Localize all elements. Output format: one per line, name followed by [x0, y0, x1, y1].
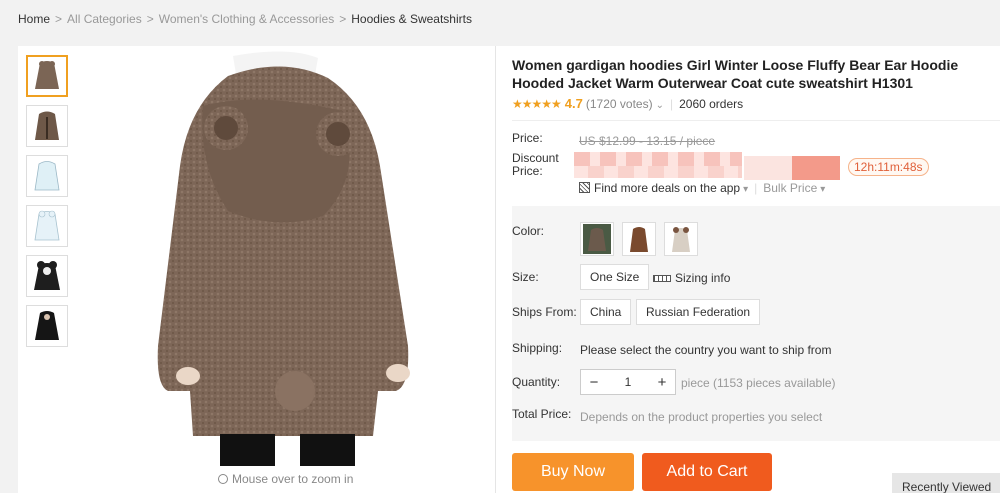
thumbnail-list: [26, 55, 68, 355]
magnifier-icon: [218, 474, 228, 484]
chevron-down-icon[interactable]: ⌄: [656, 100, 664, 111]
add-to-cart-button[interactable]: Add to Cart: [642, 453, 772, 491]
buy-now-button[interactable]: Buy Now: [512, 453, 634, 491]
shipping-text: Please select the country you want to sh…: [580, 343, 832, 357]
thumbnail-4[interactable]: [26, 205, 68, 247]
quantity-minus-button[interactable]: −: [581, 374, 607, 391]
total-price-text: Depends on the product properties you se…: [580, 410, 823, 424]
breadcrumb-hoodies[interactable]: Hoodies & Sweatshirts: [351, 12, 472, 26]
breadcrumb-all-categories[interactable]: All Categories: [67, 12, 142, 26]
app-deals-link[interactable]: Find more deals on the app: [594, 181, 740, 195]
separator: |: [669, 97, 674, 111]
breadcrumb: Home > All Categories > Women's Clothing & A…: [0, 0, 1000, 38]
color-swatch-image: [625, 224, 653, 254]
shipping-label: Shipping:: [512, 341, 563, 355]
thumbnail-5[interactable]: [26, 255, 68, 297]
breadcrumb-separator: >: [146, 12, 154, 26]
color-swatch-1[interactable]: [580, 222, 614, 256]
discount-price-label: Discount Price:: [512, 151, 559, 178]
product-title: Women gardigan hoodies Girl Winter Loose…: [512, 57, 959, 91]
rating-row: ★★★★★ 4.7 (1720 votes) ⌄ | 2060 orders: [512, 96, 743, 111]
rating-score: 4.7: [564, 96, 583, 111]
zoom-hint-text: Mouse over to zoom in: [232, 472, 354, 486]
size-label: Size:: [512, 270, 539, 284]
total-price-label: Total Price:: [512, 407, 572, 421]
bulk-price-link[interactable]: Bulk Price: [763, 181, 817, 195]
ruler-icon: [653, 275, 671, 282]
thumbnail-3[interactable]: [26, 155, 68, 197]
ships-from-china[interactable]: China: [580, 299, 632, 325]
sizing-info-link[interactable]: Sizing info: [653, 271, 730, 285]
qr-code-icon: [579, 182, 590, 193]
breadcrumb-home[interactable]: Home: [18, 12, 50, 26]
discount-price-redacted: [574, 152, 742, 166]
ships-from-label: Ships From:: [512, 305, 577, 319]
votes-link[interactable]: (1720 votes): [586, 97, 653, 111]
zoom-hint: Mouse over to zoom in: [218, 472, 353, 486]
hoodie-thumbnail-image: [35, 111, 59, 140]
color-swatch-image: [667, 224, 695, 254]
original-price: US $12.99 - 13.15 / piece: [579, 134, 716, 148]
star-rating-icon: ★★★★★: [512, 97, 562, 111]
divider: [512, 120, 1000, 121]
thumbnail-2[interactable]: [26, 105, 68, 147]
product-options: Color: Size: One Size Sizing info Ships …: [512, 206, 1000, 441]
hoodie-thumbnail-image: [34, 161, 60, 191]
hoodie-thumbnail-image: [35, 311, 59, 340]
color-swatch-2[interactable]: [622, 222, 656, 256]
breadcrumb-womens-clothing[interactable]: Women's Clothing & Accessories: [159, 12, 334, 26]
quantity-plus-button[interactable]: +: [649, 374, 675, 391]
recently-viewed-tab[interactable]: Recently Viewed: [892, 473, 1000, 493]
dropdown-arrow-icon[interactable]: ▾: [820, 184, 825, 195]
hoodie-thumbnail-image: [35, 61, 59, 89]
color-label: Color:: [512, 224, 545, 238]
quantity-label: Quantity:: [512, 375, 561, 389]
thumbnail-1[interactable]: [26, 55, 68, 97]
separator: |: [754, 181, 758, 195]
product-main-image[interactable]: [108, 46, 508, 466]
product-panel: Mouse over to zoom in Women gardigan hoo…: [18, 46, 1000, 493]
quantity-stepper: − 1 +: [580, 369, 676, 395]
dropdown-arrow-icon[interactable]: ▾: [743, 184, 748, 195]
hoodie-thumbnail-image: [34, 210, 60, 241]
thumbnail-6[interactable]: [26, 305, 68, 347]
pieces-available: piece (1153 pieces available): [681, 376, 836, 390]
countdown-timer: 12h:11m:48s: [848, 158, 929, 176]
discount-price-redacted: [574, 166, 742, 178]
orders-count: 2060 orders: [679, 97, 744, 111]
sizing-info-text: Sizing info: [675, 271, 731, 285]
breadcrumb-separator: >: [339, 12, 347, 26]
divider: [495, 46, 496, 493]
color-swatch-image: [583, 224, 611, 254]
discount-price-redacted: [744, 156, 792, 180]
quantity-input[interactable]: 1: [607, 375, 649, 389]
price-label: Price:: [512, 131, 543, 145]
breadcrumb-separator: >: [55, 12, 63, 26]
hoodie-thumbnail-image: [34, 261, 60, 290]
color-swatch-3[interactable]: [664, 222, 698, 256]
ships-from-russia[interactable]: Russian Federation: [636, 299, 761, 325]
size-option-one-size[interactable]: One Size: [580, 264, 650, 290]
discount-price-redacted: [792, 156, 840, 180]
app-deals-row: Find more deals on the app ▾ | Bulk Price ▾: [579, 181, 825, 195]
hoodie-image: [108, 46, 508, 466]
